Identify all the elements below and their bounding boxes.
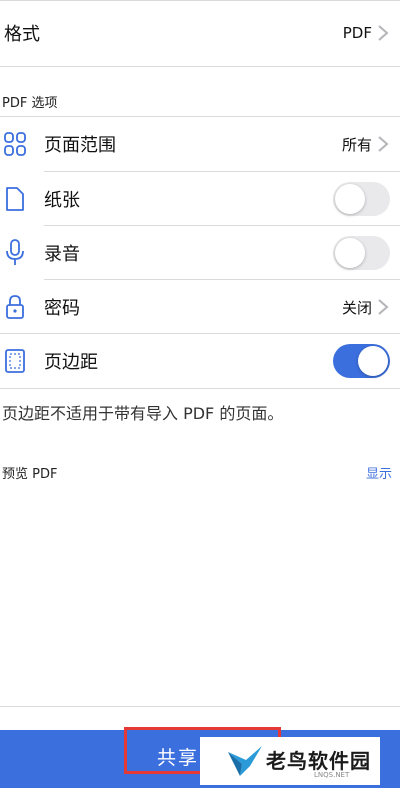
format-divider — [0, 66, 400, 67]
page-range-row[interactable]: 页面范围 所有 — [0, 117, 400, 171]
microphone-icon — [2, 238, 28, 268]
paper-toggle[interactable] — [333, 182, 390, 216]
margins-toggle[interactable] — [333, 344, 390, 378]
format-value: PDF — [342, 24, 372, 42]
row-divider — [0, 388, 400, 389]
watermark-domain: LNQS.NET — [314, 771, 350, 779]
preview-show-link[interactable]: 显示 — [366, 463, 392, 482]
margins-row: 页边距 — [0, 334, 400, 388]
preview-title: 预览 PDF — [2, 467, 58, 482]
toggle-knob — [335, 184, 365, 214]
recording-row: 录音 — [0, 226, 400, 280]
recording-toggle[interactable] — [333, 236, 390, 270]
chevron-right-icon — [378, 299, 389, 315]
bottom-divider — [0, 706, 400, 707]
chevron-right-icon — [378, 25, 389, 41]
paper-label: 纸张 — [44, 190, 80, 211]
toggle-knob — [335, 238, 365, 268]
watermark-brand: 老鸟软件园 — [266, 749, 371, 773]
password-label: 密码 — [44, 298, 80, 319]
toggle-knob — [358, 346, 388, 376]
page-range-value: 所有 — [341, 135, 372, 154]
lock-icon — [2, 292, 28, 322]
margin-icon — [2, 346, 28, 376]
margin-note: 页边距不适用于带有导入 PDF 的页面。 — [2, 404, 284, 423]
password-value: 关闭 — [341, 298, 372, 317]
chevron-right-icon — [378, 136, 389, 152]
grid-icon — [2, 129, 28, 159]
format-label: 格式 — [4, 24, 40, 45]
margins-label: 页边距 — [44, 352, 98, 373]
format-row[interactable]: 格式 PDF — [0, 0, 400, 66]
pdf-options-title: PDF 选项 — [2, 96, 58, 111]
page-icon — [2, 184, 28, 214]
paper-row: 纸张 — [0, 172, 400, 226]
password-row[interactable]: 密码 关闭 — [0, 280, 400, 334]
page-range-label: 页面范围 — [44, 135, 116, 156]
bird-logo-icon — [228, 746, 262, 776]
recording-label: 录音 — [44, 244, 80, 265]
